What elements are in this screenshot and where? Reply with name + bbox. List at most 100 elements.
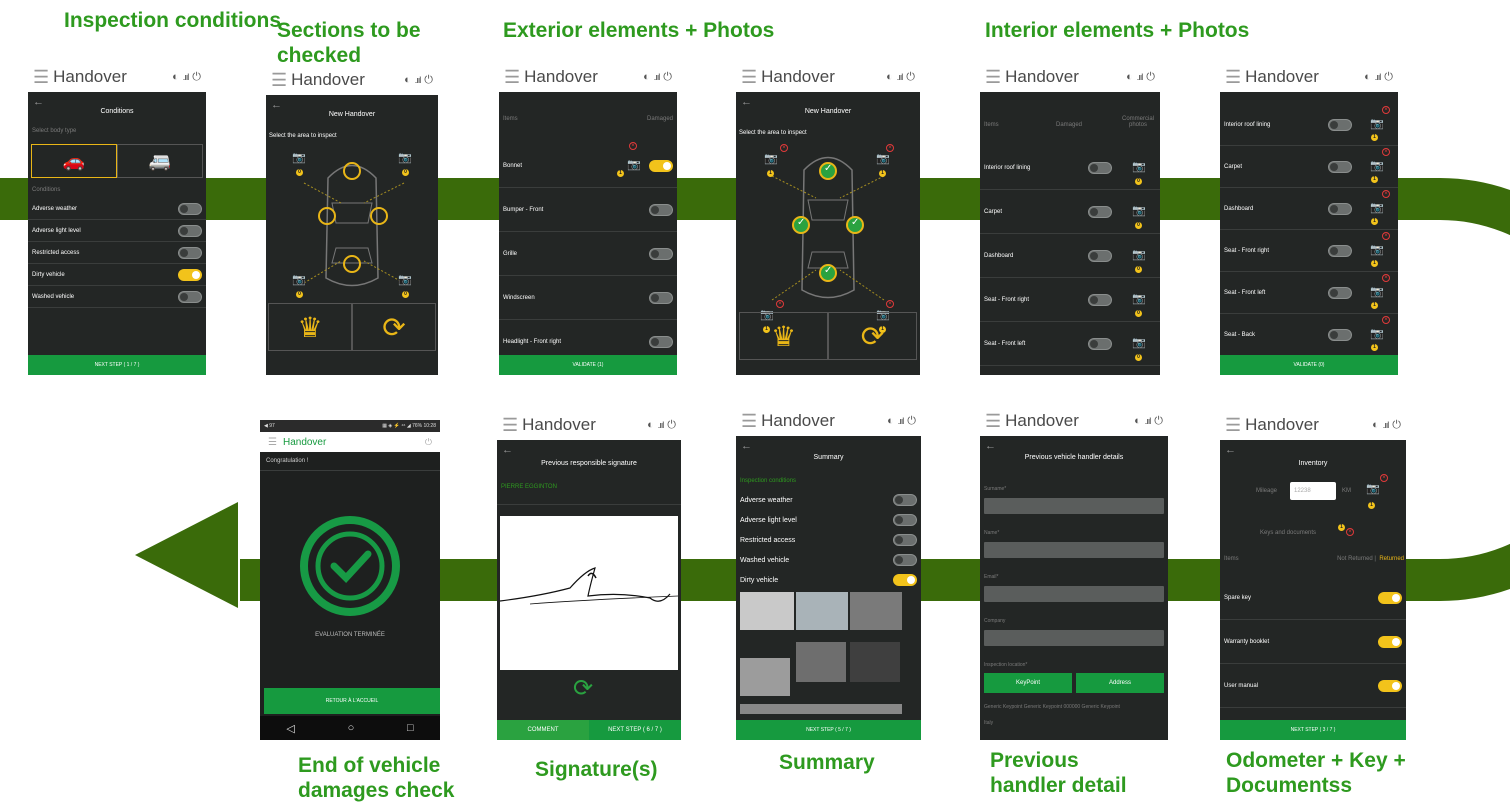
damaged-toggle[interactable] bbox=[1088, 205, 1113, 218]
nav-recent-icon[interactable]: □ bbox=[407, 722, 414, 734]
name-input[interactable] bbox=[984, 542, 1164, 558]
camera-icon[interactable]: 📷 bbox=[1366, 484, 1380, 495]
globe-icon[interactable]: ◐ bbox=[887, 415, 894, 427]
power-icon[interactable]: ⏻ bbox=[1154, 415, 1163, 428]
condition-toggle[interactable] bbox=[178, 268, 202, 281]
area-marker-right[interactable] bbox=[370, 207, 388, 225]
camera-icon[interactable]: 📷 bbox=[398, 153, 412, 164]
delete-photo-icon[interactable]: × bbox=[1380, 474, 1388, 482]
delete-photo-icon[interactable]: × bbox=[1382, 148, 1390, 156]
damaged-toggle[interactable] bbox=[1328, 286, 1353, 299]
signature-pad[interactable] bbox=[499, 516, 679, 670]
camera-icon[interactable]: 📷 bbox=[292, 275, 306, 286]
mileage-input[interactable]: 12238 bbox=[1290, 482, 1336, 500]
damaged-toggle[interactable] bbox=[1328, 160, 1353, 173]
camera-icon[interactable]: 📷 bbox=[1370, 287, 1384, 298]
back-arrow-icon[interactable]: ← bbox=[985, 440, 996, 452]
area-marker-front[interactable] bbox=[819, 162, 837, 180]
company-input[interactable] bbox=[984, 630, 1164, 646]
camera-icon[interactable]: 📷 bbox=[627, 160, 641, 171]
power-icon[interactable]: ⏻ bbox=[1384, 71, 1393, 84]
area-marker-right[interactable] bbox=[846, 216, 864, 234]
camera-icon[interactable]: 📷 bbox=[1132, 162, 1146, 173]
keypoint-button[interactable]: KeyPoint bbox=[984, 673, 1072, 693]
condition-toggle[interactable] bbox=[178, 202, 202, 215]
delete-photo-icon[interactable]: × bbox=[1346, 528, 1354, 536]
menu-icon[interactable]: ☰ bbox=[985, 412, 1001, 430]
damaged-toggle[interactable] bbox=[649, 291, 673, 304]
next-step-button[interactable]: NEXT STEP ( 6 / 7 ) bbox=[589, 720, 681, 740]
photo-thumbnail[interactable] bbox=[796, 642, 846, 682]
damaged-toggle[interactable] bbox=[649, 335, 673, 348]
email-input[interactable] bbox=[984, 586, 1164, 602]
delete-photo-icon[interactable]: × bbox=[886, 144, 894, 152]
interior-seat-button[interactable]: ♛ bbox=[268, 303, 352, 351]
power-icon[interactable]: ⏻ bbox=[663, 71, 672, 84]
damaged-toggle[interactable] bbox=[1088, 249, 1113, 262]
damaged-toggle[interactable] bbox=[1328, 328, 1353, 341]
delete-photo-icon[interactable]: × bbox=[780, 144, 788, 152]
camera-icon[interactable]: 📷 bbox=[1370, 119, 1384, 130]
back-arrow-icon[interactable]: ← bbox=[271, 99, 282, 111]
power-icon[interactable]: ⏻ bbox=[1146, 71, 1155, 84]
power-icon[interactable]: ⏻ bbox=[667, 419, 676, 432]
camera-icon[interactable]: 📷 bbox=[1132, 294, 1146, 305]
globe-icon[interactable]: ◐ bbox=[643, 71, 650, 83]
power-icon[interactable]: ⏻ bbox=[424, 74, 433, 87]
power-icon[interactable]: ⏻ bbox=[425, 437, 432, 448]
menu-icon[interactable]: ☰ bbox=[1225, 416, 1241, 434]
delete-photo-icon[interactable]: × bbox=[629, 142, 637, 150]
area-marker-left[interactable] bbox=[792, 216, 810, 234]
menu-icon[interactable]: ☰ bbox=[985, 68, 1001, 86]
van-body-option[interactable]: 🚐 bbox=[117, 144, 203, 178]
back-arrow-icon[interactable]: ← bbox=[741, 440, 752, 452]
back-arrow-icon[interactable]: ← bbox=[1225, 444, 1236, 456]
delete-photo-icon[interactable]: × bbox=[886, 300, 894, 308]
globe-icon[interactable]: ◐ bbox=[404, 74, 411, 86]
returned-toggle[interactable] bbox=[1378, 679, 1402, 692]
damaged-toggle[interactable] bbox=[1088, 337, 1113, 350]
globe-icon[interactable]: ◐ bbox=[647, 419, 654, 431]
camera-icon[interactable]: 📷 bbox=[1370, 329, 1384, 340]
damaged-toggle[interactable] bbox=[649, 247, 673, 260]
camera-icon[interactable]: 📷 bbox=[1370, 161, 1384, 172]
menu-icon[interactable]: ☰ bbox=[1225, 68, 1241, 86]
globe-icon[interactable]: ◐ bbox=[172, 71, 179, 83]
photo-thumbnail[interactable] bbox=[740, 704, 902, 714]
interior-seat-button[interactable]: ♛ bbox=[739, 312, 828, 360]
camera-icon[interactable]: 📷 bbox=[398, 275, 412, 286]
validate-button[interactable]: VALIDATE (0) bbox=[1220, 355, 1398, 375]
globe-icon[interactable]: ◐ bbox=[1372, 419, 1379, 431]
menu-icon[interactable]: ☰ bbox=[271, 71, 287, 89]
damaged-toggle[interactable] bbox=[1088, 161, 1113, 174]
area-marker-front[interactable] bbox=[343, 162, 361, 180]
area-marker-rear[interactable] bbox=[343, 255, 361, 273]
camera-icon[interactable]: 📷 bbox=[1132, 250, 1146, 261]
condition-toggle[interactable] bbox=[178, 290, 202, 303]
photo-thumbnail[interactable] bbox=[796, 592, 848, 630]
delete-photo-icon[interactable]: × bbox=[1382, 316, 1390, 324]
camera-icon[interactable]: 📷 bbox=[1132, 206, 1146, 217]
car-body-option[interactable]: 🚗 bbox=[31, 144, 117, 178]
nav-home-icon[interactable]: ○ bbox=[348, 722, 355, 734]
delete-photo-icon[interactable]: × bbox=[1382, 190, 1390, 198]
globe-icon[interactable]: ◐ bbox=[1364, 71, 1371, 83]
refresh-icon[interactable]: ⟳ bbox=[573, 674, 593, 703]
damaged-toggle[interactable] bbox=[1328, 244, 1353, 257]
delete-photo-icon[interactable]: × bbox=[776, 300, 784, 308]
damaged-toggle[interactable] bbox=[1328, 118, 1353, 131]
photo-thumbnail[interactable] bbox=[740, 658, 790, 696]
rotate-view-button[interactable]: ⟳ bbox=[352, 303, 436, 351]
damaged-toggle[interactable] bbox=[649, 159, 673, 172]
nav-back-icon[interactable]: ◁ bbox=[286, 722, 294, 735]
menu-icon[interactable]: ☰ bbox=[741, 68, 757, 86]
menu-icon[interactable]: ☰ bbox=[741, 412, 757, 430]
return-home-button[interactable]: RETOUR À L'ACCUEIL bbox=[264, 688, 440, 714]
back-arrow-icon[interactable]: ← bbox=[741, 96, 752, 108]
delete-photo-icon[interactable]: × bbox=[1382, 232, 1390, 240]
delete-photo-icon[interactable]: × bbox=[1382, 274, 1390, 282]
menu-icon[interactable]: ☰ bbox=[268, 437, 277, 448]
returned-toggle[interactable] bbox=[1378, 635, 1402, 648]
photo-thumbnail[interactable] bbox=[850, 642, 900, 682]
next-step-button[interactable]: NEXT STEP ( 1 / 7 ) bbox=[28, 355, 206, 375]
